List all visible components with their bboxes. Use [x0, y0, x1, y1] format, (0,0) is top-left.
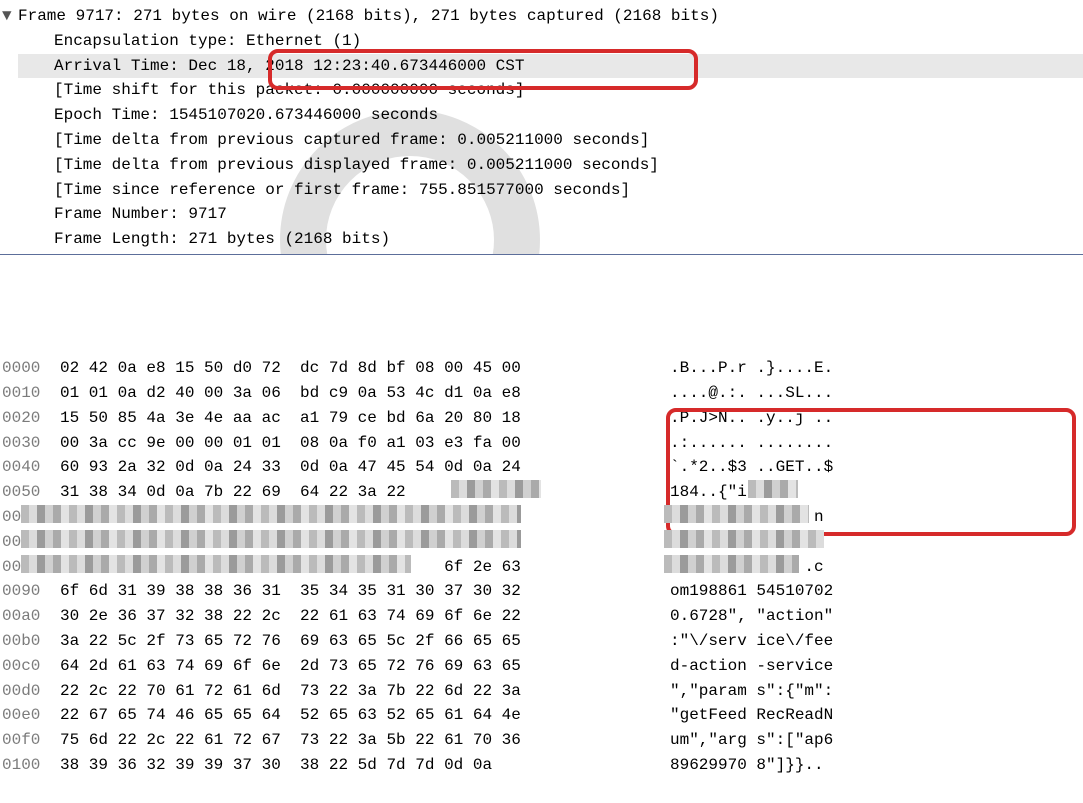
- hex-bytes: 15 50 85 4a 3e 4e aa ac a1 79 ce bd 6a 2…: [60, 406, 580, 431]
- hex-ascii: .P.J>N.. .y..j ..: [580, 406, 833, 431]
- hex-bytes: 22 2c 22 70 61 72 61 6d 73 22 3a 7b 22 6…: [60, 679, 580, 704]
- hex-bytes: 6f 6d 31 39 38 38 36 31 35 34 35 31 30 3…: [60, 579, 580, 604]
- hex-ascii: d-action -service: [580, 654, 833, 679]
- redacted-area: [664, 555, 799, 573]
- hex-ascii: .B...P.r .}....E.: [580, 356, 833, 381]
- hex-bytes: 64 2d 61 63 74 69 6f 6e 2d 73 65 72 76 6…: [60, 654, 580, 679]
- hex-bytes: 38 39 36 32 39 39 37 30 38 22 5d 7d 7d 0…: [60, 753, 580, 778]
- hex-offset: 00b0: [2, 629, 60, 654]
- redacted-area: [664, 505, 809, 523]
- redacted-area: [664, 530, 824, 548]
- hex-row[interactable]: 002015 50 85 4a 3e 4e aa ac a1 79 ce bd …: [2, 406, 1083, 431]
- hex-row[interactable]: 00c064 2d 61 63 74 69 6f 6e 2d 73 65 72 …: [2, 654, 1083, 679]
- hex-row[interactable]: 00a030 2e 36 37 32 38 22 2c 22 61 63 74 …: [2, 604, 1083, 629]
- hex-ascii: "getFeed RecReadN: [580, 703, 833, 728]
- hex-row[interactable]: 000002 42 0a e8 15 50 d0 72 dc 7d 8d bf …: [2, 356, 1083, 381]
- hex-row[interactable]: 001001 01 0a d2 40 00 3a 06 bd c9 0a 53 …: [2, 381, 1083, 406]
- hex-ascii: .:...... ........: [580, 431, 833, 456]
- hex-row[interactable]: 00f075 6d 22 2c 22 61 72 67 73 22 3a 5b …: [2, 728, 1083, 753]
- hex-row[interactable]: 0080 6f 2e 63 .c: [2, 555, 1083, 580]
- hex-ascii: 184..{"i d":: [580, 480, 833, 505]
- hex-ascii: ....@.:. ...SL...: [580, 381, 833, 406]
- hex-bytes: 01 01 0a d2 40 00 3a 06 bd c9 0a 53 4c d…: [60, 381, 580, 406]
- hex-row[interactable]: 004060 93 2a 32 0d 0a 24 33 0d 0a 47 45 …: [2, 455, 1083, 480]
- hex-row[interactable]: 0070: [2, 530, 1083, 555]
- hex-offset: 00f0: [2, 728, 60, 753]
- time-shift[interactable]: [Time shift for this packet: 0.000000000…: [18, 78, 1083, 103]
- frame-summary[interactable]: Frame 9717: 271 bytes on wire (2168 bits…: [18, 4, 1083, 29]
- hex-ascii: `.*2..$3 ..GET..$: [580, 455, 833, 480]
- hex-row[interactable]: 00906f 6d 31 39 38 38 36 31 35 34 35 31 …: [2, 579, 1083, 604]
- redacted-area: [21, 530, 521, 548]
- hex-offset: 0010: [2, 381, 60, 406]
- hex-offset: 0030: [2, 431, 60, 456]
- hex-row[interactable]: 00b03a 22 5c 2f 73 65 72 76 69 63 65 5c …: [2, 629, 1083, 654]
- hex-dump-pane[interactable]: 000002 42 0a e8 15 50 d0 72 dc 7d 8d bf …: [0, 254, 1083, 803]
- since-reference[interactable]: [Time since reference or first frame: 75…: [18, 178, 1083, 203]
- redacted-area: [451, 480, 541, 498]
- hex-offset: 0050: [2, 480, 60, 505]
- frame-length[interactable]: Frame Length: 271 bytes (2168 bits): [18, 227, 1083, 252]
- expander-icon[interactable]: ▼: [2, 4, 12, 29]
- hex-ascii: 89629970 8"]}}..: [580, 753, 833, 778]
- arrival-boxed: 2018 12:23:40.673446000 CST: [256, 57, 525, 75]
- hex-ascii: om198861 54510702: [580, 579, 833, 604]
- hex-bytes: [60, 505, 580, 530]
- hex-ascii: 0.6728", "action": [580, 604, 833, 629]
- hex-bytes: 3a 22 5c 2f 73 65 72 76 69 63 65 5c 2f 6…: [60, 629, 580, 654]
- hex-offset: 0090: [2, 579, 60, 604]
- hex-row[interactable]: 0060 n: [2, 505, 1083, 530]
- hex-offset: 00e0: [2, 703, 60, 728]
- arrival-prefix: Arrival Time: Dec 18,: [54, 57, 256, 75]
- encap-type[interactable]: Encapsulation type: Ethernet (1): [18, 29, 1083, 54]
- frame-number[interactable]: Frame Number: 9717: [18, 202, 1083, 227]
- hex-row[interactable]: 00d022 2c 22 70 61 72 61 6d 73 22 3a 7b …: [2, 679, 1083, 704]
- hex-bytes: 30 2e 36 37 32 38 22 2c 22 61 63 74 69 6…: [60, 604, 580, 629]
- hex-ascii: :"\/serv ice\/fee: [580, 629, 833, 654]
- hex-row[interactable]: 010038 39 36 32 39 39 37 30 38 22 5d 7d …: [2, 753, 1083, 778]
- redacted-area: [748, 480, 798, 498]
- hex-ascii: ","param s":{"m":: [580, 679, 833, 704]
- hex-row[interactable]: 003000 3a cc 9e 00 00 01 01 08 0a f0 a1 …: [2, 431, 1083, 456]
- epoch-time[interactable]: Epoch Time: 1545107020.673446000 seconds: [18, 103, 1083, 128]
- arrival-time-row[interactable]: Arrival Time: Dec 18, 2018 12:23:40.6734…: [18, 54, 1083, 79]
- hex-offset: 00d0: [2, 679, 60, 704]
- hex-ascii: [580, 530, 824, 555]
- hex-offset: 00c0: [2, 654, 60, 679]
- hex-offset: 0100: [2, 753, 60, 778]
- hex-offset: 00a0: [2, 604, 60, 629]
- hex-bytes: 6f 2e 63: [60, 555, 580, 580]
- hex-bytes: [60, 530, 580, 555]
- hex-bytes: 22 67 65 74 46 65 65 64 52 65 63 52 65 6…: [60, 703, 580, 728]
- hex-ascii: um","arg s":["ap6: [580, 728, 833, 753]
- delta-captured[interactable]: [Time delta from previous captured frame…: [18, 128, 1083, 153]
- hex-bytes: 00 3a cc 9e 00 00 01 01 08 0a f0 a1 03 e…: [60, 431, 580, 456]
- hex-row[interactable]: 005031 38 34 0d 0a 7b 22 69 64 22 3a 22 …: [2, 480, 1083, 505]
- redacted-area: [21, 555, 411, 573]
- hex-offset: 0040: [2, 455, 60, 480]
- hex-bytes: 02 42 0a e8 15 50 d0 72 dc 7d 8d bf 08 0…: [60, 356, 580, 381]
- delta-displayed[interactable]: [Time delta from previous displayed fram…: [18, 153, 1083, 178]
- hex-ascii: .c: [580, 555, 824, 580]
- redacted-area: [21, 505, 521, 523]
- hex-row[interactable]: 00e022 67 65 74 46 65 65 64 52 65 63 52 …: [2, 703, 1083, 728]
- hex-offset: 0020: [2, 406, 60, 431]
- hex-bytes: 31 38 34 0d 0a 7b 22 69 64 22 3a 22: [60, 480, 580, 505]
- packet-details-pane[interactable]: ▼ Frame 9717: 271 bytes on wire (2168 bi…: [0, 0, 1083, 252]
- hex-bytes: 75 6d 22 2c 22 61 72 67 73 22 3a 5b 22 6…: [60, 728, 580, 753]
- hex-bytes: 60 93 2a 32 0d 0a 24 33 0d 0a 47 45 54 0…: [60, 455, 580, 480]
- hex-ascii: n: [580, 505, 824, 530]
- hex-offset: 0000: [2, 356, 60, 381]
